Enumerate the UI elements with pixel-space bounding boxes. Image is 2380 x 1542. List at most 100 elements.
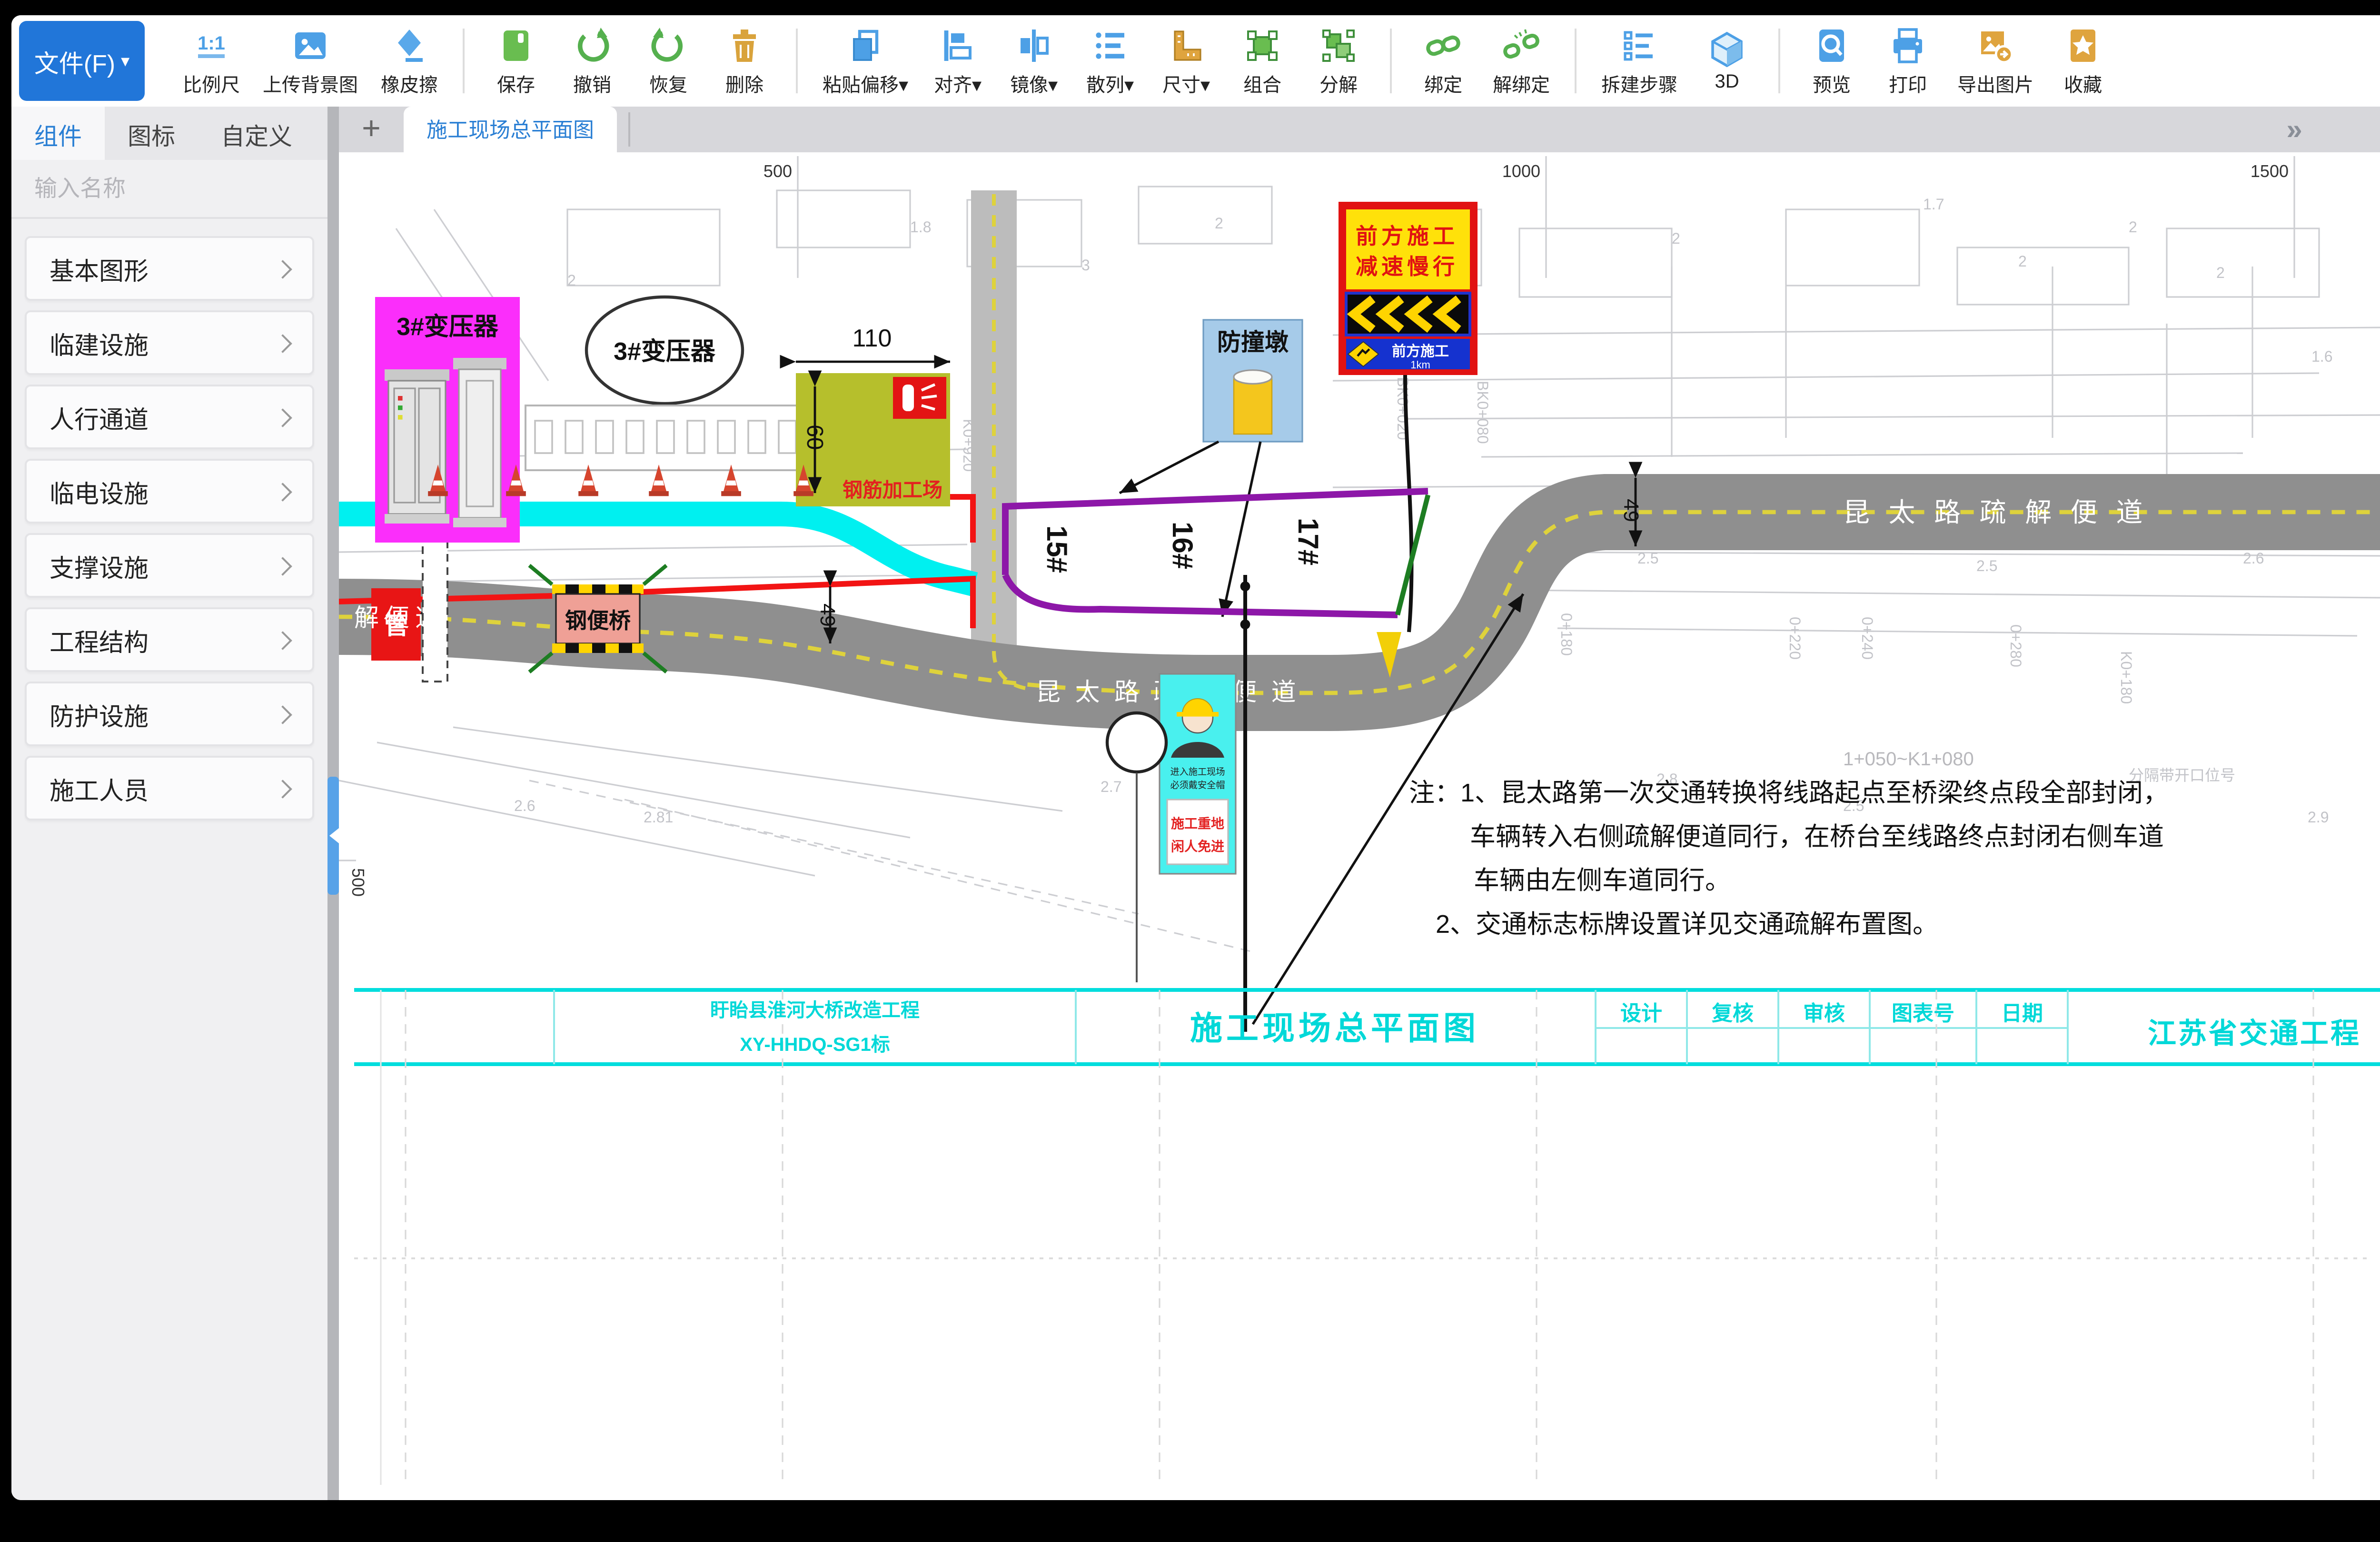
sidebar-tabs: 组件 图标 自定义	[11, 107, 327, 160]
upload-background-icon	[291, 26, 329, 64]
cad-annotation: BK0+020	[1394, 377, 1411, 440]
sidebar-item-basic-shapes[interactable]: 基本图形	[25, 236, 314, 301]
worker-safety-sign[interactable]: 进入施工现场 必须戴安全帽 施工重地 闲人免进	[1160, 674, 1236, 874]
toolbar-undo-button[interactable]: 撤销	[565, 26, 619, 96]
cad-annotation: 2	[2216, 264, 2225, 281]
sidebar-resize-strip	[327, 107, 339, 1500]
sidebar-item-temp-power[interactable]: 临电设施	[25, 459, 314, 524]
tab-custom[interactable]: 自定义	[198, 107, 315, 160]
eraser-icon	[390, 26, 428, 64]
cad-annotation: 1.6	[2311, 348, 2332, 365]
rebar-yard[interactable]: 110 60 钢筋加工场	[796, 325, 950, 506]
ruler-tick-1000: 1000	[1502, 161, 1540, 181]
sidebar-item-structure[interactable]: 工程结构	[25, 607, 314, 672]
ruler-tick-500: 500	[764, 161, 792, 181]
title-block: 盱眙县淮河大桥改造工程 XY-HHDQ-SG1标 施工现场总平面图 设计 复核 …	[354, 990, 2380, 1485]
canvas-tab-active[interactable]: 施工现场总平面图	[404, 107, 617, 152]
fire-extinguisher-icon	[893, 377, 946, 419]
transformer-ellipse[interactable]: 3#变压器	[586, 297, 743, 404]
search-input[interactable]	[30, 173, 333, 204]
toolbar-divider	[1390, 29, 1392, 93]
cad-annotation: 2	[567, 272, 576, 289]
cad-annotation: 0+280	[2007, 624, 2024, 667]
chevron-right-icon	[273, 482, 292, 501]
sidebar-item-temp-facilities[interactable]: 临建设施	[25, 310, 314, 375]
plan-notes: 注：1、昆太路第一次交通转换将线路起点至桥梁终点段全部封闭， 车辆转入右侧疏解便…	[1409, 779, 2169, 939]
svg-text:2、交通标志标牌设置详见交通疏解布置图。: 2、交通标志标牌设置详见交通疏解布置图。	[1436, 910, 1938, 939]
crash-block[interactable]: 防撞墩	[1120, 320, 1302, 617]
tab-components[interactable]: 组件	[11, 107, 105, 160]
circle-feature	[1107, 713, 1166, 772]
redo-icon	[649, 26, 687, 64]
toolbar-dimension-button[interactable]: 尺寸▾	[1160, 26, 1213, 96]
add-tab-button[interactable]: +	[350, 107, 392, 152]
toolbar-group-button[interactable]: 组合	[1236, 26, 1289, 96]
window-content: 文件(F) ▾ 1:1 比例尺 上传背景图 橡皮擦 保存	[11, 15, 2380, 1500]
chevron-right-icon	[273, 704, 292, 723]
toolbar-print-button[interactable]: 打印	[1881, 26, 1934, 96]
toolbar-delete-button[interactable]: 删除	[718, 26, 771, 96]
rebar-yard-label: 钢筋加工场	[843, 479, 942, 501]
cad-annotation: 2.7	[1101, 778, 1121, 795]
svg-text:1km: 1km	[1410, 359, 1430, 371]
project-name: 盱眙县淮河大桥改造工程	[710, 1000, 920, 1021]
sidebar-item-protection[interactable]: 防护设施	[25, 682, 314, 746]
toolbar-scatter-button[interactable]: 散列▾	[1083, 26, 1137, 96]
file-menu-button[interactable]: 文件(F) ▾	[19, 21, 145, 101]
road-label-left: 解便道	[354, 604, 446, 632]
cad-annotation: BK0+080	[1474, 381, 1491, 444]
transformer-area[interactable]: 3#变压器	[375, 297, 520, 543]
cad-annotation: 2	[2129, 218, 2137, 236]
toolbar-eraser-button[interactable]: 橡皮擦	[381, 26, 438, 96]
toolbar-favorite-button[interactable]: 收藏	[2056, 26, 2110, 96]
trash-icon	[725, 26, 764, 64]
canvas-tab-bar: + 施工现场总平面图 »	[339, 107, 2380, 154]
svg-text:前方施工: 前方施工	[1356, 224, 1458, 248]
toolbar-ungroup-button[interactable]: 分解	[1312, 26, 1365, 96]
building-footprint	[526, 405, 803, 470]
unbind-icon	[1502, 26, 1540, 64]
cad-annotation: 0+240	[1859, 617, 1876, 660]
pier-15-label: 15#	[1041, 525, 1073, 573]
pier-work-zone[interactable]: 15# 16# 17#	[1005, 491, 1428, 615]
svg-text:车辆转入右侧疏解便道同行，在桥台至线路终点封闭右侧车道: 车辆转入右侧疏解便道同行，在桥台至线路终点封闭右侧车道	[1470, 822, 2164, 851]
sidebar-collapse-handle[interactable]	[327, 777, 339, 895]
site-plan-canvas[interactable]: 500 1000 1500 500	[339, 152, 2380, 1500]
dimension-icon	[1167, 26, 1205, 64]
print-icon	[1889, 26, 1927, 64]
svg-text:复核: 复核	[1712, 1002, 1754, 1025]
svg-text:日期: 日期	[2001, 1002, 2043, 1025]
toolbar-save-button[interactable]: 保存	[489, 26, 543, 96]
chevron-right-icon	[273, 333, 292, 352]
toolbar-export-image-button[interactable]: 导出图片	[1957, 26, 2033, 96]
preview-icon	[1813, 26, 1851, 64]
cube-3d-icon	[1708, 30, 1746, 68]
tab-icons[interactable]: 图标	[105, 107, 198, 160]
toolbar-scale-button[interactable]: 1:1 比例尺	[183, 26, 240, 96]
svg-text:车辆由左侧车道同行。: 车辆由左侧车道同行。	[1474, 866, 1731, 895]
more-tabs-button[interactable]: »	[2266, 107, 2323, 152]
toolbar-3d-button[interactable]: 3D	[1700, 30, 1754, 92]
sidebar-item-support[interactable]: 支撑设施	[25, 533, 314, 598]
toolbar-paste-offset-button[interactable]: 粘贴偏移▾	[823, 26, 908, 96]
cad-annotation: 3	[1081, 257, 1090, 274]
align-icon	[939, 26, 977, 64]
scatter-icon	[1091, 26, 1129, 64]
toolbar-upload-background-button[interactable]: 上传背景图	[263, 26, 358, 96]
toolbar-divider	[463, 29, 465, 93]
svg-text:必须戴安全帽: 必须戴安全帽	[1170, 780, 1225, 791]
svg-text:49: 49	[816, 603, 839, 627]
toolbar-preview-button[interactable]: 预览	[1805, 26, 1858, 96]
cad-annotation: 2	[1215, 215, 1223, 232]
component-sidebar: 组件 图标 自定义 基本图形 临建设施 人行通道 临电设施 支撑设施 工程结构 …	[11, 107, 327, 1500]
svg-text:图表号: 图表号	[1892, 1002, 1954, 1025]
diversion-road	[339, 512, 2380, 693]
sidebar-item-workers[interactable]: 施工人员	[25, 756, 314, 820]
toolbar-unbind-button[interactable]: 解绑定	[1493, 26, 1550, 96]
toolbar-bind-button[interactable]: 绑定	[1417, 26, 1470, 96]
toolbar-align-button[interactable]: 对齐▾	[931, 26, 984, 96]
toolbar-steps-button[interactable]: 拆建步骤	[1601, 26, 1677, 96]
toolbar-redo-button[interactable]: 恢复	[642, 26, 695, 96]
toolbar-mirror-button[interactable]: 镜像▾	[1007, 26, 1061, 96]
sidebar-item-pedestrian[interactable]: 人行通道	[25, 385, 314, 449]
